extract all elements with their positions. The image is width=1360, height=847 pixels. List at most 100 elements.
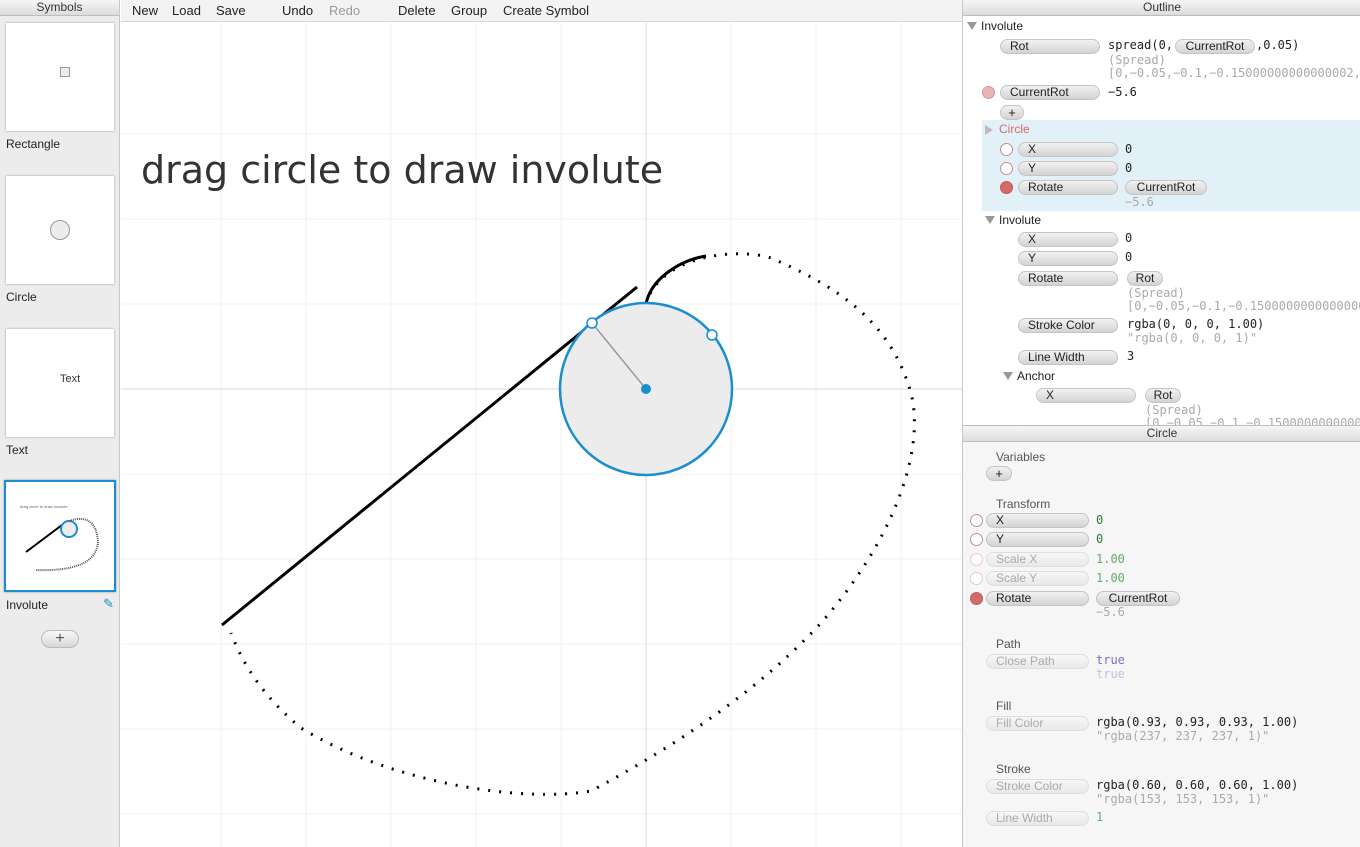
involute-rotate-pill[interactable]: Rotate [1018,271,1118,286]
rot-expression[interactable]: spread(0, [1108,38,1173,52]
delete-button[interactable]: Delete [398,3,436,18]
scaley-value[interactable]: 1.00 [1096,571,1125,585]
outline-root-label[interactable]: Involute [981,19,1023,33]
closepath-pill[interactable]: Close Path [986,654,1089,669]
add-variable-button[interactable]: + [986,466,1012,481]
rot-variable-pill[interactable]: Rot [1000,39,1100,54]
circle-y-pill[interactable]: Y [1018,161,1118,176]
expand-triangle-icon[interactable] [967,22,977,30]
strokecolor-value[interactable]: rgba(0.60, 0.60, 0.60, 1.00) [1096,778,1298,792]
symbols-panel-title: Symbols [0,0,119,16]
undo-button[interactable]: Undo [282,3,313,18]
x-dot[interactable] [970,514,983,527]
y-value[interactable]: 0 [1096,532,1103,546]
strokecolor-value-text: rgba(0.60, 0.60, 0.60, 1.00) [1096,778,1299,792]
new-button[interactable]: New [132,3,158,18]
symbol-label: Circle [6,290,37,304]
tangent-line[interactable] [221,285,638,627]
circle-rotate-pill[interactable]: Rotate [1018,180,1118,195]
scaley-dot[interactable] [970,572,983,585]
symbol-thumbnail[interactable]: Text [6,329,114,437]
involute-linewidth-pill[interactable]: Line Width [1018,350,1118,365]
scaley-pill[interactable]: Scale Y [986,571,1089,586]
circle-center-handle[interactable] [641,384,651,394]
scalex-value[interactable]: 1.00 [1096,552,1125,566]
tangent-point-handle[interactable] [586,317,598,329]
add-variable-button[interactable]: + [1000,105,1024,120]
strokecolor-pill[interactable]: Stroke Color [986,779,1089,794]
expand-triangle-icon[interactable] [1003,372,1013,380]
circle-rotate-ref-pill[interactable]: CurrentRot [1125,180,1207,195]
circle-rotate-dot[interactable] [1000,181,1013,194]
symbol-thumbnail[interactable]: drag circle to draw involute [4,480,116,592]
fill-section-title: Fill [996,699,1012,713]
rotate-ref-pill[interactable]: CurrentRot [1096,591,1180,606]
involute-y-pill[interactable]: Y [1018,251,1118,266]
circle-x-dot[interactable] [1000,143,1013,156]
drawing-canvas[interactable]: drag circle to draw involute [121,23,962,847]
symbol-thumbnail[interactable] [6,23,114,131]
circle-x-pill[interactable]: X [1018,142,1118,157]
create-symbol-button[interactable]: Create Symbol [503,3,589,18]
collapse-triangle-icon[interactable] [985,125,993,135]
x-pill[interactable]: X [986,513,1089,528]
load-button[interactable]: Load [172,3,201,18]
symbol-thumbnail[interactable] [6,176,114,284]
involute-thumb-drawing [25,517,100,572]
involute-y-value[interactable]: 0 [1125,250,1132,264]
involute-x-value[interactable]: 0 [1125,231,1132,245]
outline-circle-label[interactable]: Circle [999,122,1030,136]
linewidth-value[interactable]: 1 [1096,810,1103,824]
fillcolor-value[interactable]: rgba(0.93, 0.93, 0.93, 1.00) [1096,715,1298,729]
scalex-dot[interactable] [970,553,983,566]
circle-x-value[interactable]: 0 [1125,142,1132,156]
currentrot-dot[interactable] [982,86,995,99]
circle-y-value[interactable]: 0 [1125,161,1132,175]
symbol-label: Rectangle [6,137,61,151]
expand-triangle-icon[interactable] [985,216,995,224]
x-value[interactable]: 0 [1096,513,1103,527]
edit-pencil-icon[interactable]: ✎ [103,596,114,612]
rotate-dot[interactable] [970,592,983,605]
fillcolor-pill[interactable]: Fill Color [986,716,1089,731]
involute-rotate-ref-pill[interactable]: Rot [1127,271,1163,286]
involute-stroke-string: "rgba(0, 0, 0, 1)" [1127,331,1258,345]
closepath-value[interactable]: true [1096,653,1125,667]
outline-panel: Outline Involute Rot spread(0, CurrentRo… [963,0,1360,425]
scalex-pill[interactable]: Scale X [986,552,1089,567]
rot-expr-ref-pill[interactable]: CurrentRot [1175,39,1255,54]
involute-stroke-value[interactable]: rgba(0, 0, 0, 1.00) [1127,317,1264,331]
involute-x-pill[interactable]: X [1018,232,1118,247]
involute-stroke-pill[interactable]: Stroke Color [1018,318,1118,333]
group-button[interactable]: Group [451,3,487,18]
canvas-drawing[interactable] [121,23,962,847]
symbol-rectangle[interactable]: Rectangle [6,23,114,151]
symbol-involute[interactable]: drag circle to draw involute Involute ✎ [4,480,116,612]
circle-y-dot[interactable] [1000,162,1013,175]
canvas-grid [121,23,962,847]
y-pill[interactable]: Y [986,532,1089,547]
circle-rotate-handle[interactable] [706,329,718,341]
redo-button[interactable]: Redo [329,3,360,18]
closepath-default: true [1096,667,1125,681]
save-button[interactable]: Save [216,3,246,18]
anchor-x-ref-pill[interactable]: Rot [1145,388,1181,403]
add-symbol-button[interactable]: + [41,630,79,648]
circle-icon [50,220,70,240]
currentrot-variable-pill[interactable]: CurrentRot [1000,85,1100,100]
currentrot-value[interactable]: −5.6 [1108,85,1137,99]
linewidth-pill[interactable]: Line Width [986,811,1089,826]
anchor-x-pill[interactable]: X [1036,388,1136,403]
rotate-pill[interactable]: Rotate [986,591,1089,606]
outline-anchor-label[interactable]: Anchor [1017,369,1055,383]
symbol-circle[interactable]: Circle [6,176,114,304]
stroke-section-title: Stroke [996,762,1031,776]
right-panel: Outline Involute Rot spread(0, CurrentRo… [962,0,1360,847]
involute-linewidth-value[interactable]: 3 [1127,349,1134,363]
involute-curve[interactable] [229,252,916,796]
outline-involute-label[interactable]: Involute [999,213,1041,227]
symbol-label: Involute [6,598,49,612]
symbol-text[interactable]: Text Text [6,329,114,457]
y-dot[interactable] [970,533,983,546]
canvas-caption-text[interactable]: drag circle to draw involute [141,148,663,192]
